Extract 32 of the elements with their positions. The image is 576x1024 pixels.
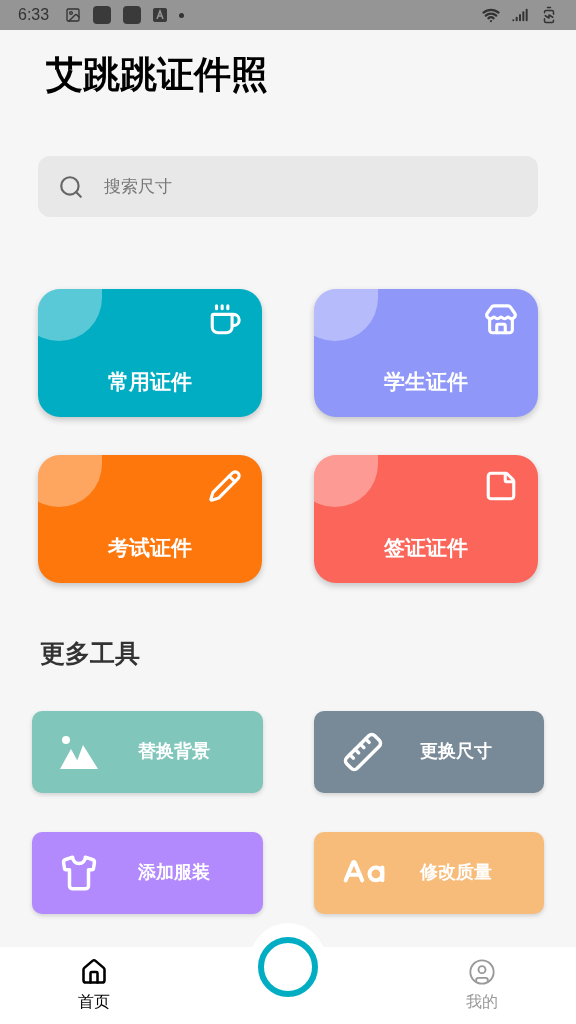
category-card[interactable]: 签证证件: [314, 455, 538, 583]
search-input[interactable]: 搜索尺寸: [104, 173, 518, 200]
font-icon: [153, 8, 168, 22]
home-icon: [80, 957, 108, 986]
cup-icon: [208, 303, 242, 337]
pencil-icon: [208, 469, 242, 503]
category-card[interactable]: 考试证件: [38, 455, 262, 583]
app-title: 艾跳跳证件照: [46, 53, 269, 97]
tool-button[interactable]: 更换尺寸: [313, 710, 544, 793]
app-notification-icon: [123, 6, 142, 24]
status-time: 6:33: [18, 5, 50, 25]
ring-icon: [258, 937, 318, 997]
category-card[interactable]: 学生证件: [314, 289, 538, 417]
section-title: 更多工具: [40, 638, 141, 669]
signal-icon: [512, 7, 528, 23]
store-icon: [484, 303, 518, 337]
note-icon: [484, 469, 518, 503]
ruler-icon: [341, 730, 384, 773]
image-icon: [65, 7, 82, 23]
search-icon: [58, 173, 84, 200]
nav-tab[interactable]: 首页: [78, 957, 110, 1014]
user-icon: [468, 957, 496, 986]
shirt-icon: [60, 853, 98, 892]
tool-button[interactable]: 修改质量: [313, 831, 544, 914]
category-card[interactable]: 常用证件: [38, 289, 262, 417]
wifi-icon: [482, 6, 500, 24]
tool-button[interactable]: 替换背景: [32, 710, 263, 793]
mountains-icon: [60, 734, 98, 769]
search-field[interactable]: 搜索尺寸: [38, 156, 538, 217]
tool-button[interactable]: 添加服装: [32, 831, 263, 914]
nav-tab[interactable]: 我的: [466, 957, 498, 1014]
app-notification-icon: [93, 6, 112, 24]
